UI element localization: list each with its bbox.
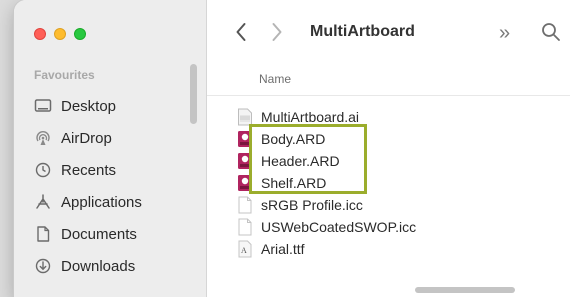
zoom-button[interactable] [74,28,86,40]
toolbar-overflow-button[interactable]: » [499,22,510,45]
favourites-heading: Favourites [34,68,95,82]
ard-file-icon [237,174,253,192]
sidebar-item-label: Applications [61,193,142,211]
airdrop-icon [34,129,52,147]
sidebar-item-downloads[interactable]: Downloads [34,250,204,282]
file-row-body-ard[interactable]: Body.ARD [237,128,570,150]
file-row-arial-ttf[interactable]: A Arial.ttf [237,238,570,260]
favourites-list: Desktop AirDrop Recents Applications Doc… [34,90,204,282]
document-icon [34,225,52,243]
file-name: Shelf.ARD [261,175,327,191]
clock-icon [34,161,52,179]
sidebar-item-desktop[interactable]: Desktop [34,90,204,122]
ard-file-icon [237,130,253,148]
file-row-srgb-profile-icc[interactable]: sRGB Profile.icc [237,194,570,216]
window-title: MultiArtboard [310,23,415,40]
ard-file-icon [237,152,253,170]
sidebar-item-recents[interactable]: Recents [34,154,204,186]
sidebar: Favourites Desktop AirDrop Recents Appli… [14,0,207,297]
sidebar-scrollbar[interactable] [190,64,197,124]
file-browser: MultiArtboard » Name MultiArtboard.ai Bo… [207,0,570,297]
file-name: Header.ARD [261,153,340,169]
window-controls [34,28,86,40]
name-column-header[interactable]: Name [259,72,291,86]
header-divider [207,95,570,96]
sidebar-item-applications[interactable]: Applications [34,186,204,218]
file-name: sRGB Profile.icc [261,197,363,213]
sidebar-item-label: Recents [61,161,117,179]
file-name: MultiArtboard.ai [261,109,360,125]
blank-file-icon [237,218,253,236]
search-icon [542,23,560,41]
blank-file-icon [237,196,253,214]
font-file-icon: A [237,240,253,258]
sidebar-item-airdrop[interactable]: AirDrop [34,122,204,154]
file-list: MultiArtboard.ai Body.ARD Header.ARD She… [237,106,570,260]
sidebar-item-label: AirDrop [61,129,112,147]
desktop-icon [34,97,52,115]
download-icon [34,257,52,275]
forward-button[interactable] [267,20,287,44]
chevron-right-icon [272,23,282,41]
minimize-button[interactable] [54,28,66,40]
sidebar-item-label: Downloads [61,257,136,275]
search-button[interactable] [541,22,561,42]
svg-text:A: A [241,246,247,255]
finder-window: Favourites Desktop AirDrop Recents Appli… [14,0,570,297]
file-row-shelf-ard[interactable]: Shelf.ARD [237,172,570,194]
ai-file-icon [237,108,253,126]
sidebar-item-documents[interactable]: Documents [34,218,204,250]
toolbar: MultiArtboard » [207,0,570,64]
back-button[interactable] [231,20,251,44]
file-name: USWebCoatedSWOP.icc [261,219,417,235]
file-row-uswebcoatedswop-icc[interactable]: USWebCoatedSWOP.icc [237,216,570,238]
horizontal-scrollbar[interactable] [415,287,515,293]
file-row-multiartboard-ai[interactable]: MultiArtboard.ai [237,106,570,128]
sidebar-item-label: Desktop [61,97,117,115]
close-button[interactable] [34,28,46,40]
applications-icon [34,193,52,211]
chevron-left-icon [236,23,246,41]
file-name: Body.ARD [261,131,326,147]
sidebar-item-label: Documents [61,225,137,243]
file-name: Arial.ttf [261,241,305,257]
file-row-header-ard[interactable]: Header.ARD [237,150,570,172]
